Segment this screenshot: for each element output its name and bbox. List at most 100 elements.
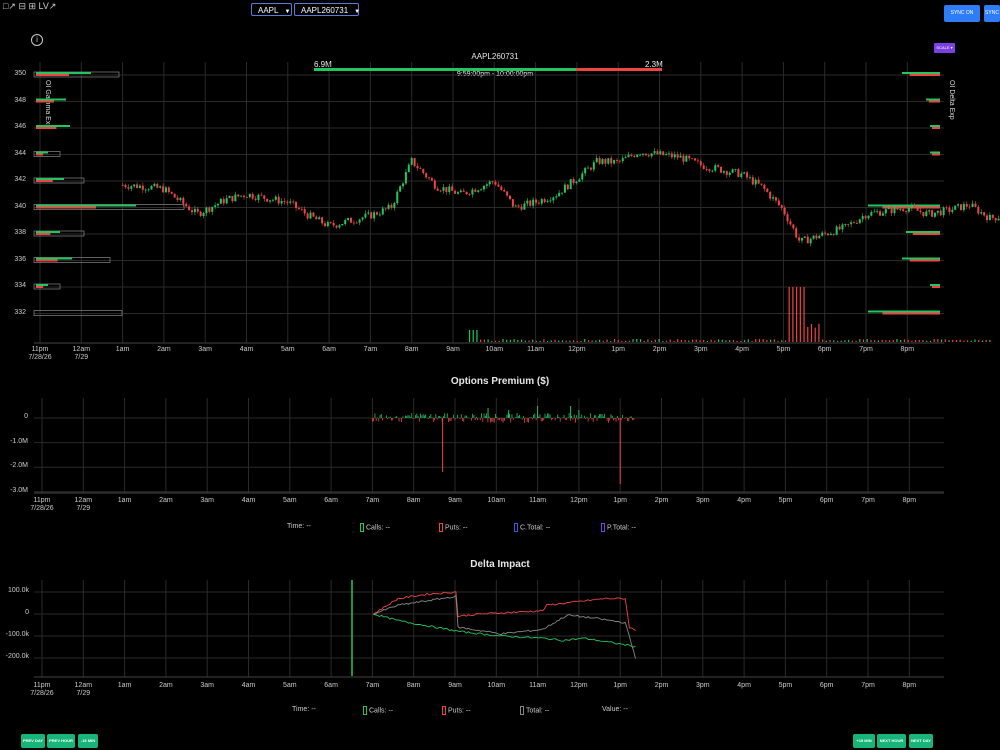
- candle-body: [783, 207, 786, 215]
- candle-body: [283, 201, 286, 202]
- candle-body: [633, 155, 636, 157]
- candle-body: [910, 205, 913, 209]
- volume-bar: [769, 339, 772, 342]
- volume-bar: [881, 339, 883, 342]
- candle-body: [500, 186, 503, 191]
- candle-body: [757, 179, 760, 184]
- candle-body: [902, 209, 905, 212]
- candle-body: [419, 168, 422, 170]
- volume-bar: [706, 340, 709, 342]
- candle-body: [821, 232, 824, 236]
- candle-body: [211, 206, 214, 212]
- volume-bar: [565, 340, 567, 342]
- candle-body: [835, 226, 838, 235]
- candle-body: [289, 201, 292, 203]
- candle-body: [572, 179, 575, 184]
- volume-bar: [955, 339, 958, 342]
- charts-canvas[interactable]: [0, 0, 1000, 750]
- volume-bar: [658, 339, 660, 342]
- puts-total-bar: [576, 68, 662, 71]
- candle-body: [257, 194, 260, 200]
- candle-body: [607, 158, 610, 164]
- gamma-call-bar: [36, 125, 70, 127]
- volume-bar: [691, 339, 694, 342]
- candle-body: [451, 186, 454, 191]
- volume-bar: [535, 340, 538, 342]
- volume-bar: [554, 339, 556, 342]
- volume-bar: [903, 339, 906, 342]
- candle-body: [228, 195, 231, 199]
- candle-body: [402, 183, 405, 187]
- candle-body: [300, 208, 303, 210]
- candle-body: [344, 219, 347, 225]
- candle-body: [234, 194, 237, 202]
- volume-bar: [914, 339, 917, 342]
- candle-body: [323, 223, 326, 227]
- delta-call-bar: [868, 204, 940, 207]
- candle-body: [939, 210, 942, 216]
- candle-body: [665, 154, 668, 156]
- volume-bar: [654, 339, 656, 342]
- candle-body: [751, 177, 754, 185]
- volume-bar: [743, 340, 746, 342]
- candle-body: [818, 235, 821, 239]
- candle-body: [243, 195, 246, 198]
- candle-body: [592, 162, 595, 170]
- volume-bar: [807, 326, 809, 342]
- candle-body: [954, 205, 957, 210]
- volume-bar: [632, 339, 634, 342]
- delta-put-bar: [909, 74, 940, 76]
- delta-put-bar: [909, 259, 940, 262]
- candle-body: [827, 233, 830, 236]
- candle-body: [396, 191, 399, 204]
- candle-body: [407, 164, 410, 173]
- volume-bar: [818, 323, 820, 342]
- volume-bar: [688, 340, 690, 342]
- candle-body: [699, 161, 702, 166]
- candle-body: [639, 154, 642, 156]
- candle-body: [575, 181, 578, 184]
- delta-call-bar: [930, 151, 940, 154]
- candle-body: [231, 195, 234, 202]
- candle-body: [708, 169, 711, 171]
- candle-body: [361, 217, 364, 220]
- gamma-call-bar: [36, 284, 48, 286]
- candle-body: [413, 158, 416, 167]
- candle-body: [717, 165, 720, 167]
- candle-body: [393, 203, 396, 208]
- volume-bar: [491, 340, 493, 342]
- candle-body: [312, 212, 315, 217]
- candle-body: [861, 216, 864, 220]
- volume-bar: [639, 339, 642, 342]
- candle-body: [269, 200, 272, 202]
- volume-bar: [892, 339, 894, 342]
- volume-bar: [677, 339, 679, 342]
- candle-body: [367, 212, 370, 214]
- volume-bar: [981, 340, 984, 342]
- candle-body: [933, 212, 936, 217]
- candle-body: [376, 212, 379, 215]
- candle-body: [916, 207, 919, 211]
- candle-body: [566, 184, 569, 190]
- volume-bar: [684, 340, 686, 342]
- volume-bar: [829, 340, 831, 342]
- volume-bar: [546, 340, 549, 342]
- candle-body: [335, 225, 338, 228]
- delta-put-bar: [912, 233, 940, 235]
- candle-body: [315, 216, 318, 220]
- volume-bar: [480, 339, 482, 342]
- candle-body: [549, 200, 552, 202]
- candle-body: [595, 158, 598, 163]
- volume-bar: [513, 339, 515, 342]
- candle-body: [951, 209, 954, 212]
- candle-body: [193, 208, 196, 213]
- candle-body: [552, 197, 555, 201]
- volume-bar: [844, 340, 846, 342]
- gamma-put-bar: [36, 127, 57, 129]
- candle-body: [980, 212, 983, 214]
- volume-bar: [729, 340, 731, 342]
- volume-bar: [825, 340, 827, 342]
- volume-bar: [703, 340, 705, 342]
- candle-body: [459, 190, 462, 193]
- candle-body: [263, 195, 266, 199]
